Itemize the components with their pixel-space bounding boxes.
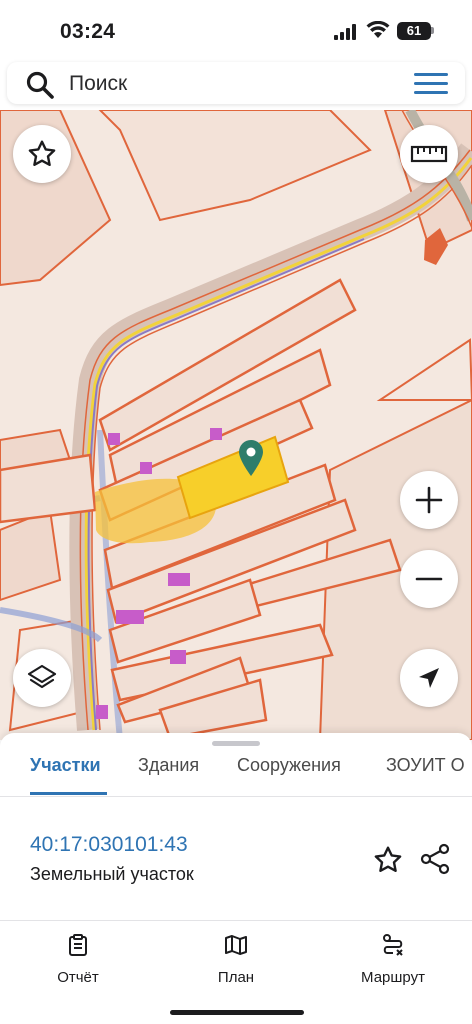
nav-plan-label: План <box>217 969 255 986</box>
battery-icon <box>431 27 434 34</box>
tab-zouit[interactable]: ЗОУИТ О <box>386 755 465 776</box>
favorites-button[interactable] <box>13 125 71 183</box>
nav-report[interactable]: Отчёт <box>28 933 128 986</box>
nav-route[interactable]: Маршрут <box>343 933 443 986</box>
map-canvas[interactable] <box>0 110 472 740</box>
search-input[interactable]: Поиск <box>69 72 127 96</box>
cellular-signal-icon <box>334 24 356 40</box>
map-plan-icon <box>225 935 247 955</box>
home-indicator <box>170 1010 304 1015</box>
ruler-button[interactable] <box>400 125 458 183</box>
ruler-icon <box>410 145 448 163</box>
hamburger-menu-icon[interactable] <box>414 71 448 97</box>
battery-level: 61 <box>397 22 431 40</box>
object-tabs: Участки Здания Сооружения ЗОУИТ О <box>0 749 472 795</box>
star-icon <box>28 140 56 166</box>
zoom-out-button[interactable] <box>400 550 458 608</box>
tab-buildings[interactable]: Здания <box>138 755 199 776</box>
star-icon[interactable] <box>372 844 404 876</box>
active-tab-indicator <box>30 792 107 795</box>
wifi-icon <box>366 21 390 38</box>
location-pin-icon[interactable] <box>238 439 264 477</box>
report-clipboard-icon <box>69 934 87 956</box>
location-arrow-icon <box>419 668 439 688</box>
parcel-type-label: Земельный участок <box>30 864 194 884</box>
nav-route-label: Маршрут <box>361 969 425 986</box>
share-icon[interactable] <box>419 843 451 875</box>
plus-icon <box>415 486 443 514</box>
cadastral-map[interactable] <box>0 110 472 740</box>
search-icon[interactable] <box>25 70 55 100</box>
divider <box>0 796 472 797</box>
divider <box>0 920 472 921</box>
parcel-info-sheet[interactable]: Участки Здания Сооружения ЗОУИТ О 40:17:… <box>0 733 472 923</box>
nav-plan[interactable]: План <box>186 933 286 986</box>
bottom-navigation: Отчёт План Маршрут <box>0 923 472 1024</box>
nav-report-label: Отчёт <box>57 969 99 986</box>
my-location-button[interactable] <box>400 649 458 707</box>
search-bar[interactable]: Поиск <box>7 62 465 104</box>
tab-structures[interactable]: Сооружения <box>237 755 341 776</box>
status-bar: 03:24 61 <box>0 0 472 62</box>
layers-button[interactable] <box>13 649 71 707</box>
status-time: 03:24 <box>60 20 116 43</box>
minus-icon <box>415 577 443 581</box>
zoom-in-button[interactable] <box>400 471 458 529</box>
cadastral-number-link[interactable]: 40:17:030101:43 <box>30 833 188 857</box>
layers-icon <box>27 664 57 689</box>
sheet-drag-handle[interactable] <box>212 741 260 746</box>
tab-parcels[interactable]: Участки <box>30 755 101 776</box>
route-icon <box>383 934 403 956</box>
